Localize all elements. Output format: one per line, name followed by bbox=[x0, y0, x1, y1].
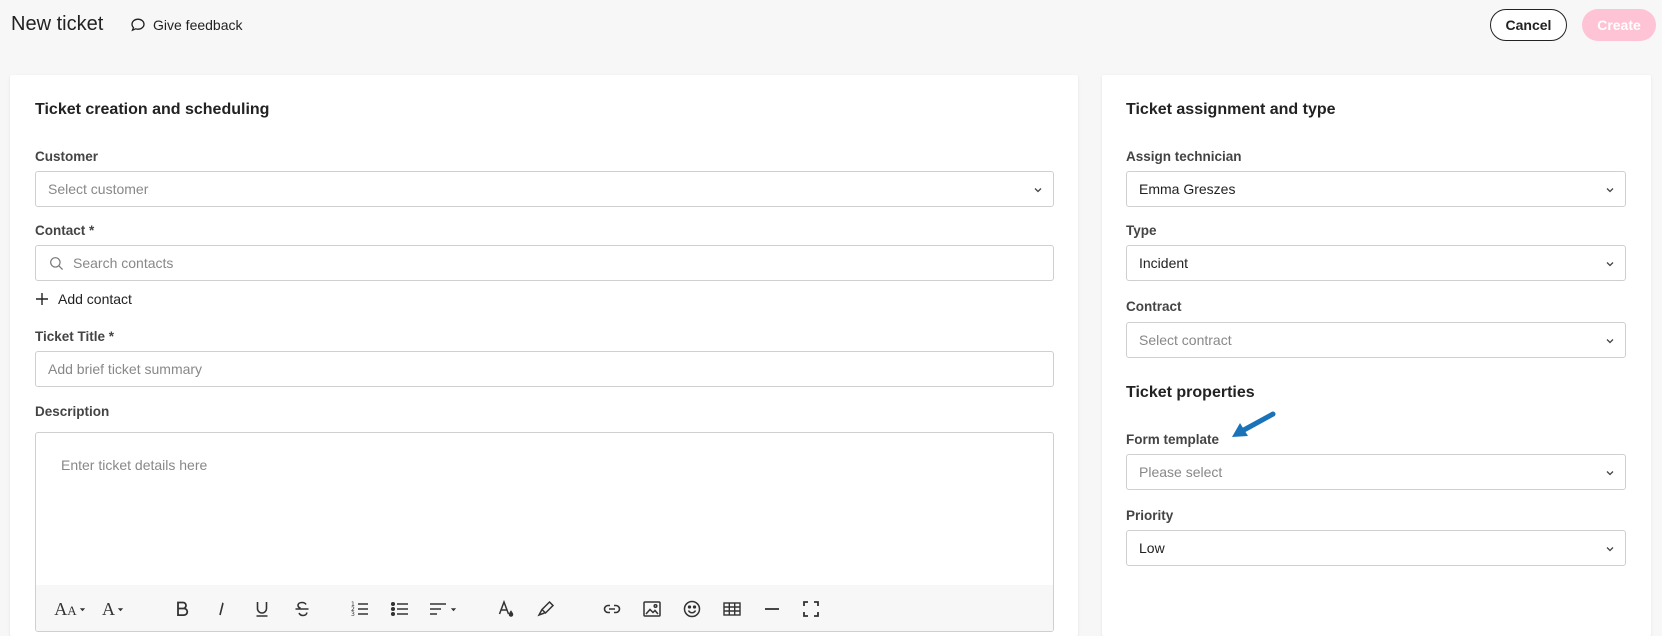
plus-icon bbox=[36, 293, 48, 305]
contract-select[interactable]: Select contract bbox=[1126, 322, 1626, 358]
table-icon bbox=[723, 602, 741, 616]
text-color-button[interactable] bbox=[494, 598, 518, 620]
contact-search-input[interactable]: Search contacts bbox=[35, 245, 1054, 281]
ordered-list-icon: 123 bbox=[351, 601, 368, 618]
highlight-button[interactable] bbox=[534, 598, 558, 620]
ticket-title-placeholder: Add brief ticket summary bbox=[48, 361, 203, 377]
caret-down-icon bbox=[79, 607, 85, 611]
image-icon bbox=[643, 601, 661, 617]
contract-label: Contract bbox=[1126, 299, 1182, 314]
form-template-select[interactable]: Please select bbox=[1126, 454, 1626, 490]
insert-table-button[interactable] bbox=[720, 598, 744, 620]
form-template-label: Form template bbox=[1126, 432, 1220, 447]
text-color-icon bbox=[498, 599, 514, 617]
add-contact-label: Add contact bbox=[58, 291, 132, 307]
bullet-list-button[interactable] bbox=[388, 598, 412, 620]
align-button[interactable] bbox=[425, 598, 459, 620]
annotation-arrow-icon bbox=[1232, 411, 1276, 437]
contact-label: Contact * bbox=[35, 223, 95, 238]
top-bar: New ticket Give feedback Cancel Create bbox=[0, 0, 1662, 52]
font-size-button[interactable]: AA bbox=[53, 598, 87, 620]
bold-icon bbox=[177, 601, 189, 616]
contract-placeholder: Select contract bbox=[1139, 332, 1232, 348]
customer-label: Customer bbox=[35, 149, 99, 164]
italic-button[interactable] bbox=[210, 598, 234, 620]
assign-technician-select[interactable]: Emma Greszes bbox=[1126, 171, 1626, 207]
caret-down-icon bbox=[117, 607, 124, 611]
create-button[interactable]: Create bbox=[1582, 9, 1656, 41]
ticket-title-label: Ticket Title * bbox=[35, 329, 115, 344]
horizontal-line-icon bbox=[765, 608, 779, 610]
description-editor[interactable]: Enter ticket details here AA A 123 bbox=[35, 432, 1054, 632]
caret-down-icon bbox=[450, 607, 456, 611]
give-feedback-link[interactable]: Give feedback bbox=[130, 17, 243, 33]
ticket-assignment-title: Ticket assignment and type bbox=[1126, 101, 1336, 118]
insert-image-button[interactable] bbox=[640, 598, 664, 620]
insert-link-button[interactable] bbox=[600, 598, 624, 620]
type-label: Type bbox=[1126, 223, 1157, 238]
priority-value: Low bbox=[1139, 540, 1165, 556]
underline-icon bbox=[256, 602, 268, 617]
emoji-icon bbox=[683, 600, 701, 618]
insert-emoji-button[interactable] bbox=[680, 598, 704, 620]
svg-text:3: 3 bbox=[351, 611, 355, 618]
cancel-button[interactable]: Cancel bbox=[1490, 9, 1567, 41]
ticket-title-input[interactable]: Add brief ticket summary bbox=[35, 351, 1054, 387]
customer-select[interactable]: Select customer bbox=[35, 171, 1054, 207]
assign-technician-label: Assign technician bbox=[1126, 149, 1242, 164]
ticket-properties-title: Ticket properties bbox=[1126, 384, 1255, 401]
priority-label: Priority bbox=[1126, 508, 1174, 523]
description-placeholder: Enter ticket details here bbox=[61, 457, 208, 473]
description-label: Description bbox=[35, 404, 110, 419]
page-title: New ticket bbox=[11, 13, 104, 35]
bold-button[interactable] bbox=[170, 598, 194, 620]
speech-bubble-icon bbox=[131, 18, 145, 32]
font-family-button[interactable]: A bbox=[98, 598, 128, 620]
bullet-list-icon bbox=[390, 601, 408, 617]
editor-toolbar: AA A 123 bbox=[36, 585, 1053, 631]
chevron-down-icon bbox=[1606, 262, 1614, 267]
ticket-creation-title: Ticket creation and scheduling bbox=[35, 101, 270, 118]
underline-button[interactable] bbox=[250, 598, 274, 620]
chevron-down-icon bbox=[1606, 547, 1614, 552]
chevron-down-icon bbox=[1606, 339, 1614, 344]
form-template-placeholder: Please select bbox=[1139, 464, 1223, 480]
link-icon bbox=[603, 604, 621, 614]
chevron-down-icon bbox=[1034, 188, 1042, 193]
give-feedback-label: Give feedback bbox=[153, 17, 243, 33]
contact-placeholder: Search contacts bbox=[73, 255, 174, 271]
fullscreen-button[interactable] bbox=[799, 598, 823, 620]
chevron-down-icon bbox=[1606, 471, 1614, 476]
assign-technician-value: Emma Greszes bbox=[1139, 181, 1236, 197]
ordered-list-button[interactable]: 123 bbox=[348, 598, 372, 620]
strikethrough-icon bbox=[295, 601, 309, 617]
priority-select[interactable]: Low bbox=[1126, 530, 1626, 566]
search-icon bbox=[50, 256, 64, 270]
fullscreen-icon bbox=[803, 601, 819, 617]
customer-placeholder: Select customer bbox=[48, 181, 149, 197]
type-select[interactable]: Incident bbox=[1126, 245, 1626, 281]
italic-icon bbox=[219, 602, 224, 616]
align-icon bbox=[429, 603, 446, 615]
type-value: Incident bbox=[1139, 255, 1189, 271]
highlighter-icon bbox=[537, 600, 555, 617]
horizontal-line-button[interactable] bbox=[760, 598, 784, 620]
strikethrough-button[interactable] bbox=[290, 598, 314, 620]
text-size-icon: AA bbox=[54, 598, 77, 619]
add-contact-button[interactable]: Add contact bbox=[35, 291, 132, 307]
font-icon: A bbox=[102, 598, 115, 619]
chevron-down-icon bbox=[1606, 188, 1614, 193]
